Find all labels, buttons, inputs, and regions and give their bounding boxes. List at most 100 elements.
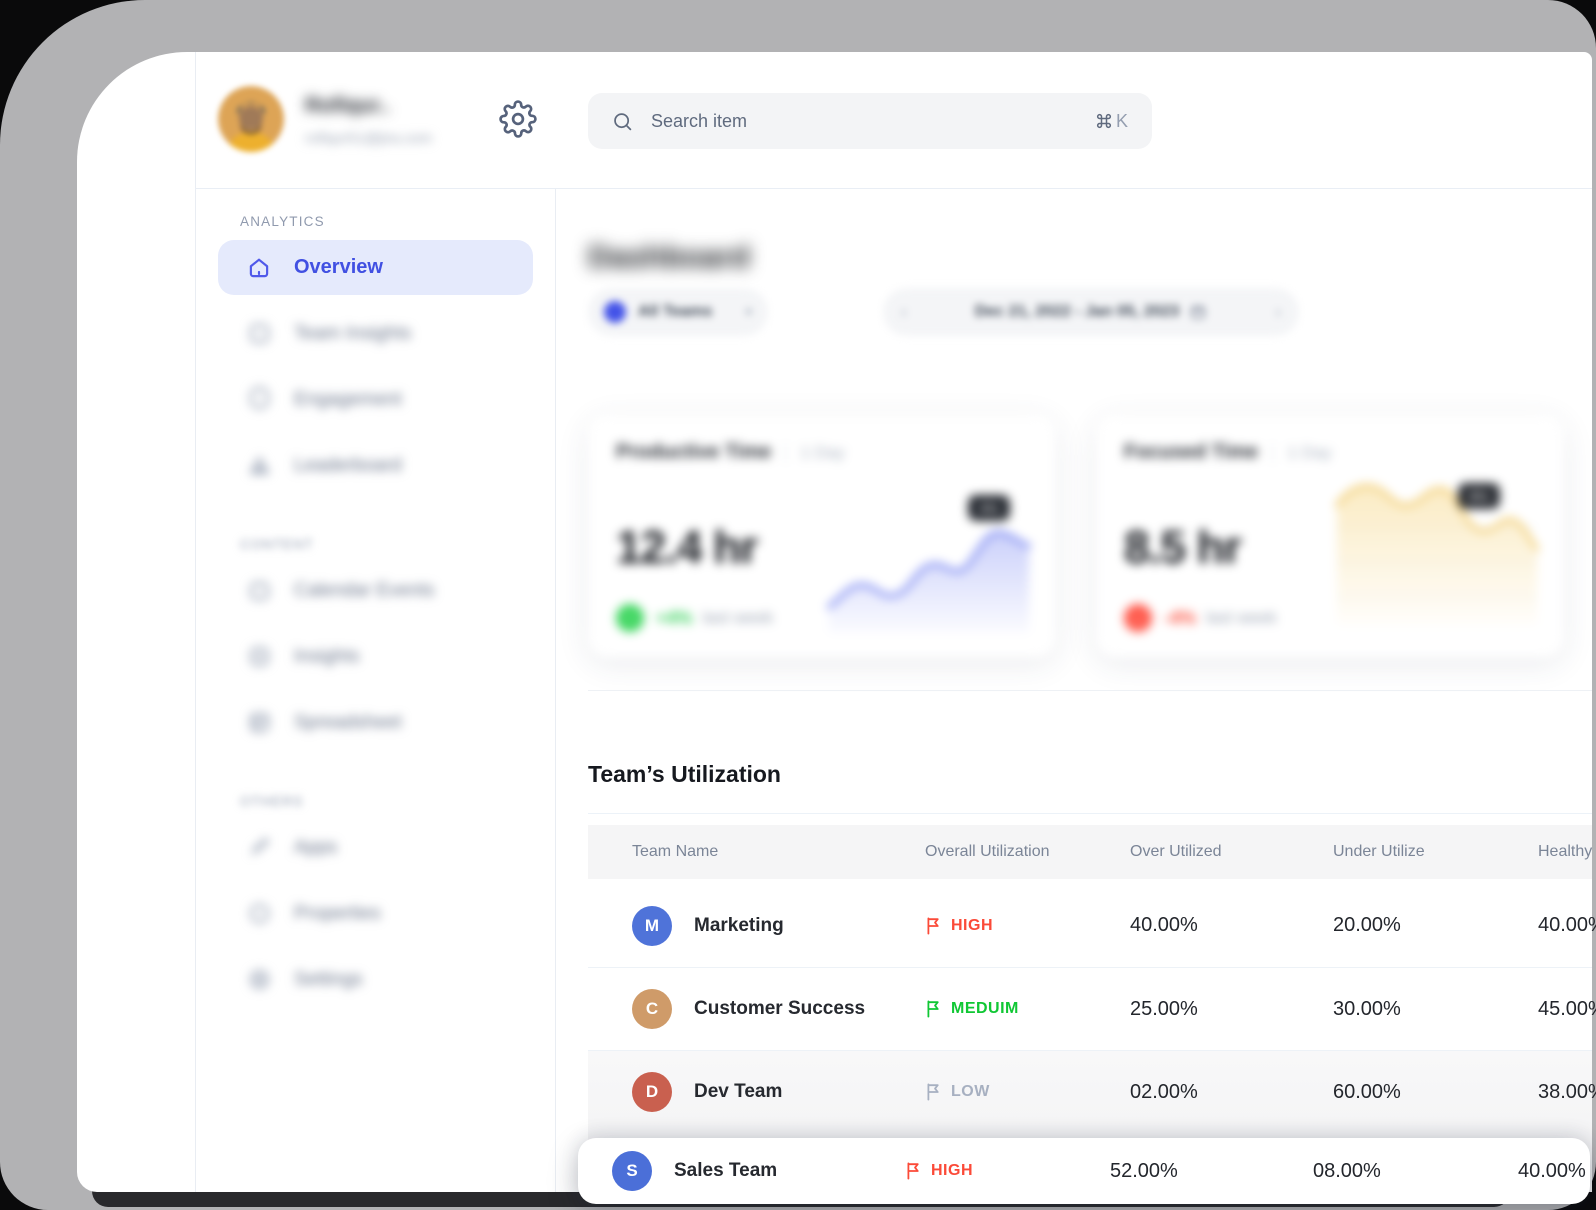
sidebar-item-calendar-events[interactable]: Calendar Events bbox=[218, 563, 533, 618]
team-filter-label: All Teams bbox=[638, 303, 712, 321]
user-name: Rofiqur.. bbox=[305, 94, 390, 118]
focused-time-card: Focused Time 1 Day 8.5 hr ↓ -4% last wee… bbox=[1096, 415, 1564, 658]
sidebar-item-label: Overview bbox=[294, 256, 383, 279]
table-row[interactable]: D Dev Team LOW 02.00% 60.00% 38.00% bbox=[588, 1050, 1592, 1133]
chevron-down-icon: ▾ bbox=[745, 304, 752, 320]
grid-icon bbox=[246, 321, 272, 347]
table-row[interactable]: M Marketing HIGH 40.00% 20.00% 40.00% bbox=[588, 884, 1592, 967]
sidebar-item-leaderboard[interactable]: Leaderboard bbox=[218, 438, 533, 493]
sidebar-section-analytics: ANALYTICS bbox=[240, 214, 533, 229]
under-utilize-value: 08.00% bbox=[1313, 1160, 1518, 1183]
trend-down-icon: ↓ bbox=[1124, 604, 1152, 632]
settings-icon bbox=[246, 967, 272, 993]
sidebar-item-settings[interactable]: Settings bbox=[218, 952, 533, 1007]
col-under-utilize: Under Utilize bbox=[1333, 843, 1538, 861]
sidebar-item-label: Team Insights bbox=[294, 323, 411, 345]
sheet-icon bbox=[246, 710, 272, 736]
app-window: Rofiqur.. rofiqur51@jira.com K ANALYTICS bbox=[77, 52, 1592, 1192]
healthy-value: 45.00% bbox=[1538, 998, 1596, 1021]
table-top-divider bbox=[588, 813, 1592, 814]
left-rail-divider bbox=[195, 52, 196, 1192]
over-utilized-value: 40.00% bbox=[1130, 914, 1333, 937]
sidebar-item-label: Engagement bbox=[294, 389, 402, 411]
card-title: Focused Time bbox=[1124, 441, 1258, 464]
under-utilize-value: 60.00% bbox=[1333, 1081, 1538, 1104]
settings-gear-icon[interactable] bbox=[499, 100, 539, 140]
col-team-name: Team Name bbox=[632, 843, 925, 861]
svg-text:4%: 4% bbox=[980, 501, 999, 516]
card-delta-note: last week bbox=[1206, 608, 1277, 628]
user-avatar[interactable] bbox=[218, 86, 284, 152]
divider bbox=[1272, 443, 1273, 463]
sidebar-item-spreadsheet[interactable]: Spreadsheet bbox=[218, 695, 533, 750]
sidebar-item-label: Settings bbox=[294, 969, 363, 991]
sidebar-item-label: Spreadsheet bbox=[294, 712, 402, 734]
sidebar-nav: ANALYTICS Overview Team Insights Engagem… bbox=[218, 214, 533, 1007]
search-input[interactable] bbox=[649, 110, 1094, 133]
card-delta-note: last week bbox=[703, 608, 774, 628]
utilization-title: Team’s Utilization bbox=[588, 761, 781, 788]
command-icon bbox=[1094, 111, 1114, 131]
insights-icon bbox=[246, 644, 272, 670]
sidebar-item-label: Apps bbox=[294, 837, 337, 859]
svg-text:8%: 8% bbox=[1470, 489, 1489, 504]
calendar-icon bbox=[1189, 303, 1207, 321]
section-divider bbox=[588, 690, 1592, 691]
sidebar-item-label: Insights bbox=[294, 646, 359, 668]
user-email: rofiqur51@jira.com bbox=[305, 130, 432, 147]
focused-sparkline-chart: 8% bbox=[1332, 457, 1542, 627]
avatar: C bbox=[632, 989, 672, 1029]
flag-icon bbox=[925, 999, 942, 1019]
flag-icon bbox=[925, 1082, 942, 1102]
sidebar-item-apps[interactable]: Apps bbox=[218, 820, 533, 875]
sidebar-item-overview[interactable]: Overview bbox=[218, 240, 533, 295]
under-utilize-value: 30.00% bbox=[1333, 998, 1538, 1021]
search-icon bbox=[612, 111, 633, 132]
productive-time-card: Productive Time 1 Day 12.4 hr ↑ +4% last… bbox=[588, 415, 1056, 658]
table-row[interactable]: C Customer Success MEDUIM 25.00% 30.00% … bbox=[588, 967, 1592, 1050]
sidebar-section-others: OTHERS bbox=[240, 794, 533, 809]
sidebar-divider bbox=[555, 189, 556, 1192]
flag-icon bbox=[925, 916, 942, 936]
date-range-picker[interactable]: ‹ Dec 21, 2022 - Jan 05, 2023 › bbox=[883, 288, 1299, 336]
page-title: Dashboard bbox=[588, 239, 750, 275]
productive-sparkline-chart: 4% bbox=[824, 475, 1034, 635]
sidebar-item-label: Calendar Events bbox=[294, 580, 434, 602]
card-period[interactable]: 1 Day bbox=[1287, 443, 1331, 463]
table-row-floating[interactable]: S Sales Team HIGH 52.00% 08.00% 40.00% bbox=[578, 1138, 1590, 1204]
sidebar-item-insights[interactable]: Insights bbox=[218, 629, 533, 684]
sidebar-item-label: Leaderboard bbox=[294, 455, 402, 477]
col-over-utilized: Over Utilized bbox=[1130, 843, 1333, 861]
team-name: Sales Team bbox=[674, 1160, 777, 1182]
team-name: Dev Team bbox=[694, 1081, 782, 1103]
card-delta: -4% bbox=[1164, 608, 1196, 629]
avatar: S bbox=[612, 1151, 652, 1191]
utilization-table-header: Team Name Overall Utilization Over Utili… bbox=[588, 825, 1592, 879]
home-icon bbox=[246, 255, 272, 281]
avatar: M bbox=[632, 906, 672, 946]
card-period[interactable]: 1 Day bbox=[800, 443, 844, 463]
team-filter-dropdown[interactable]: All Teams ▾ bbox=[588, 288, 768, 336]
date-range-label: Dec 21, 2022 - Jan 05, 2023 bbox=[975, 303, 1180, 321]
utilization-level: LOW bbox=[925, 1082, 1130, 1102]
header-divider bbox=[195, 188, 1592, 189]
sidebar-item-team-insights[interactable]: Team Insights bbox=[218, 306, 533, 361]
search-bar[interactable]: K bbox=[588, 93, 1152, 149]
sidebar-section-content: CONTENT bbox=[240, 537, 533, 552]
sidebar-item-engagement[interactable]: Engagement bbox=[218, 372, 533, 427]
sidebar-item-properties[interactable]: Properties bbox=[218, 886, 533, 941]
under-utilize-value: 20.00% bbox=[1333, 914, 1538, 937]
over-utilized-value: 02.00% bbox=[1130, 1081, 1333, 1104]
trend-up-icon: ↑ bbox=[616, 604, 644, 632]
calendar-icon bbox=[246, 578, 272, 604]
properties-icon bbox=[246, 901, 272, 927]
utilization-level: MEDUIM bbox=[925, 999, 1130, 1019]
apps-icon bbox=[246, 835, 272, 861]
healthy-value: 40.00% bbox=[1538, 914, 1596, 937]
chart-icon bbox=[246, 453, 272, 479]
prev-arrow-icon[interactable]: ‹ bbox=[901, 302, 907, 322]
team-color-dot bbox=[604, 301, 626, 323]
healthy-value: 38.00% bbox=[1538, 1081, 1596, 1104]
over-utilized-value: 52.00% bbox=[1110, 1160, 1313, 1183]
next-arrow-icon[interactable]: › bbox=[1275, 302, 1281, 322]
